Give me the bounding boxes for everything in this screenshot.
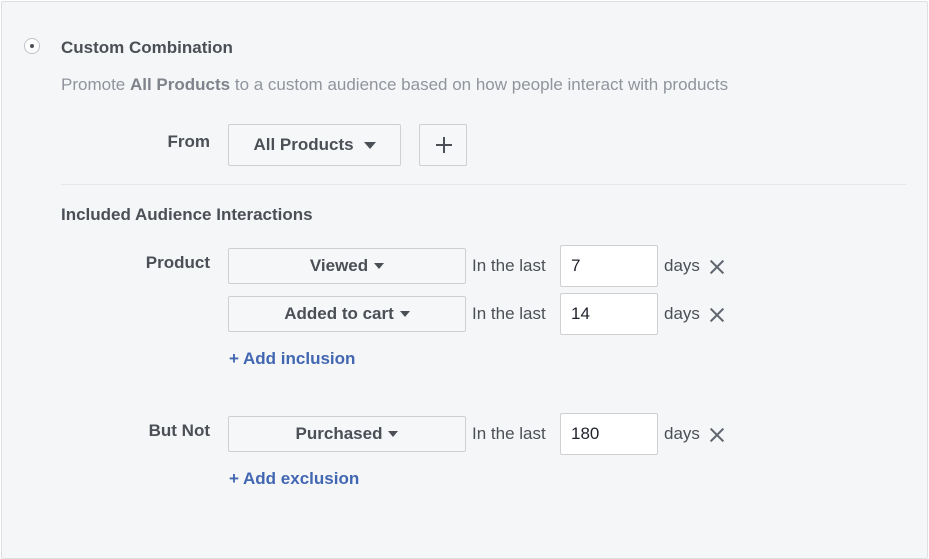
remove-row-icon[interactable] (708, 426, 726, 444)
but-not-label: But Not (148, 421, 210, 440)
in-the-last-label: In the last (472, 304, 546, 323)
days-input[interactable] (560, 293, 658, 335)
remove-row-icon[interactable] (708, 258, 726, 276)
custom-combination-radio[interactable] (24, 38, 40, 54)
caret-down-icon (399, 311, 410, 317)
in-the-last-label: In the last (472, 424, 546, 443)
caret-down-icon (363, 141, 376, 149)
caret-down-icon (374, 263, 385, 269)
description-prefix: Promote (61, 75, 126, 94)
days-label: days (664, 424, 700, 443)
event-dropdown-purchased[interactable]: Purchased (228, 416, 466, 452)
event-dropdown-viewed[interactable]: Viewed (228, 248, 466, 284)
caret-down-icon (388, 431, 399, 437)
add-source-button[interactable] (419, 124, 467, 166)
section-description: Promote All Products to a custom audienc… (61, 75, 728, 95)
days-label: days (664, 304, 700, 323)
description-suffix: to a custom audience based on how people… (234, 75, 729, 94)
days-label: days (664, 256, 700, 275)
days-input[interactable] (560, 245, 658, 287)
divider (61, 184, 906, 185)
event-dropdown-value: Purchased (295, 424, 383, 443)
days-input[interactable] (560, 413, 658, 455)
description-bold: All Products (129, 75, 231, 94)
custom-combination-panel: Custom Combination Promote All Products … (1, 1, 928, 559)
in-the-last-label: In the last (472, 256, 546, 275)
from-label: From (167, 132, 211, 151)
section-title: Custom Combination (61, 38, 233, 57)
event-dropdown-added-to-cart[interactable]: Added to cart (228, 296, 466, 332)
product-label: Product (145, 253, 210, 272)
add-inclusion-link[interactable]: + Add inclusion (229, 349, 355, 369)
remove-row-icon[interactable] (708, 306, 726, 324)
radio-selected-dot (30, 44, 34, 48)
event-dropdown-value: Viewed (309, 256, 369, 275)
from-dropdown-value: All Products (253, 135, 354, 154)
add-exclusion-link[interactable]: + Add exclusion (229, 469, 359, 489)
event-dropdown-value: Added to cart (284, 304, 394, 323)
included-heading: Included Audience Interactions (61, 205, 313, 224)
from-dropdown[interactable]: All Products (228, 124, 401, 166)
